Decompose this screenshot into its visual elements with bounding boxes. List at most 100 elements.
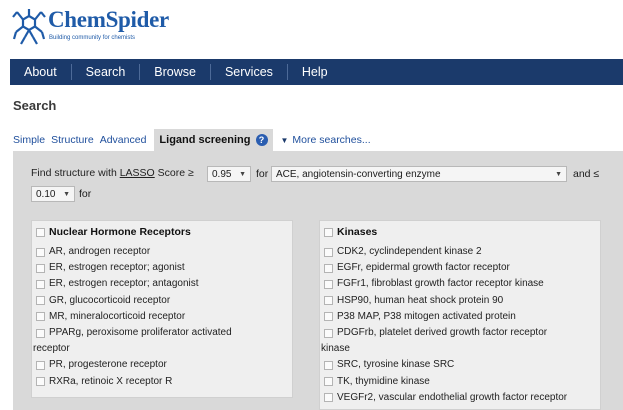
lasso-link[interactable]: LASSO [120,167,155,179]
item-checkbox[interactable] [324,377,333,387]
more-searches-dropdown[interactable]: ▼ More searches... [281,134,371,146]
group-title: Nuclear Hormone Receptors [49,226,191,238]
list-item: P38 MAP, P38 mitogen activated protein [324,309,567,325]
logo-name: ChemSpider [48,7,169,32]
item-checkbox[interactable] [324,360,333,370]
list-item: EGFr, epidermal growth factor receptor [324,260,567,276]
item-label: GR, glucocorticoid receptor [49,294,171,306]
caret-down-icon: ▼ [280,135,289,145]
item-checkbox[interactable] [36,247,45,257]
item-checkbox[interactable] [36,377,45,387]
nav-about[interactable]: About [10,59,71,85]
list-item: TK, thymidine kinase [324,374,567,390]
item-checkbox[interactable] [324,263,333,273]
and-le-label: and ≤ [573,168,600,180]
item-label: RXRa, retinoic X receptor R [49,375,173,387]
group-title-row: Nuclear Hormone Receptors [36,226,191,238]
kinase-list: CDK2, cyclindependent kinase 2 EGFr, epi… [321,244,567,406]
min-score-value: 0.95 [212,168,232,180]
item-label: PR, progesterone receptor [49,359,167,371]
item-checkbox[interactable] [324,393,333,403]
more-searches-label: More searches... [292,134,371,146]
list-item: SRC, tyrosine kinase SRC [324,357,567,373]
nav-search[interactable]: Search [72,59,140,85]
item-label-continuation: kinase [321,343,350,355]
item-label: ER, estrogen receptor; agonist [49,262,185,274]
help-icon[interactable]: ? [255,134,268,146]
nav-help[interactable]: Help [288,59,342,85]
item-checkbox[interactable] [36,360,45,370]
nav-browse[interactable]: Browse [140,59,210,85]
find-prefix: Find structure with [31,167,120,179]
tab-ligand-screening[interactable]: Ligand screening ? [154,129,273,151]
item-checkbox[interactable] [36,328,45,338]
item-label: TK, thymidine kinase [337,375,430,387]
score-label: Score ≥ [154,167,194,179]
page-title: Search [13,98,57,113]
group-checkbox[interactable] [36,227,45,237]
search-tabs: Simple Structure Advanced Ligand screeni… [13,129,371,151]
list-item: PPARg, peroxisome proliferator activated [36,325,232,341]
min-score-select[interactable]: 0.95 ▼ [207,166,251,182]
item-label: SRC, tyrosine kinase SRC [337,359,455,371]
chemspider-logo[interactable]: ChemSpider Building community for chemis… [6,4,206,48]
nav-services[interactable]: Services [211,59,287,85]
select-caret-icon: ▼ [555,170,562,178]
for-label: for [256,168,269,180]
receptor-list: AR, androgen receptor ER, estrogen recep… [33,244,232,390]
list-item: CDK2, cyclindependent kinase 2 [324,244,567,260]
list-item: ER, estrogen receptor; antagonist [36,276,232,292]
list-item: GR, glucocorticoid receptor [36,293,232,309]
target-select[interactable]: ACE, angiotensin-converting enzyme ▼ [271,166,567,182]
for-label: for [79,188,92,200]
item-label: VEGFr2, vascular endothelial growth fact… [337,391,568,403]
list-item: ER, estrogen receptor; agonist [36,260,232,276]
item-label: ER, estrogen receptor; antagonist [49,278,199,290]
item-checkbox[interactable] [36,279,45,289]
main-nav: About Search Browse Services Help [10,59,623,85]
group-checkbox[interactable] [324,227,333,237]
item-checkbox[interactable] [36,296,45,306]
logo-tagline: Building community for chemists [49,35,136,41]
ligand-screening-panel: Find structure with LASSO Score ≥ 0.95 ▼… [13,151,623,410]
item-label: PPARg, peroxisome proliferator activated [49,326,232,338]
list-item: HSP90, human heat shock protein 90 [324,293,567,309]
max-score-select[interactable]: 0.10 ▼ [31,186,75,202]
tab-ligand-screening-label: Ligand screening [159,134,251,146]
tab-advanced[interactable]: Advanced [100,134,147,146]
item-checkbox[interactable] [36,263,45,273]
item-checkbox[interactable] [324,328,333,338]
find-structure-label: Find structure with LASSO Score ≥ [31,167,194,179]
tab-structure[interactable]: Structure [51,134,94,146]
tab-simple[interactable]: Simple [13,134,45,146]
item-label: EGFr, epidermal growth factor receptor [337,262,510,274]
item-label: P38 MAP, P38 mitogen activated protein [337,310,516,322]
item-checkbox[interactable] [324,312,333,322]
item-checkbox[interactable] [36,312,45,322]
item-label: HSP90, human heat shock protein 90 [337,294,504,306]
group-title: Kinases [337,226,378,238]
select-caret-icon: ▼ [63,190,70,198]
kinases-group: Kinases CDK2, cyclindependent kinase 2 E… [319,220,601,410]
item-label: PDGFrb, platelet derived growth factor r… [337,326,548,338]
item-label: FGFr1, fibroblast growth factor receptor… [337,278,544,290]
max-score-value: 0.10 [36,188,56,200]
item-label: CDK2, cyclindependent kinase 2 [337,246,482,257]
list-item: FGFr1, fibroblast growth factor receptor… [324,276,567,292]
item-label: MR, mineralocorticoid receptor [49,310,186,322]
list-item: PR, progesterone receptor [36,357,232,373]
target-value: ACE, angiotensin-converting enzyme [276,168,441,180]
list-item: VEGFr2, vascular endothelial growth fact… [324,390,567,406]
group-title-row: Kinases [324,226,377,238]
list-item: PDGFrb, platelet derived growth factor r… [324,325,567,341]
list-item: AR, androgen receptor [36,244,232,260]
list-item: MR, mineralocorticoid receptor [36,309,232,325]
item-checkbox[interactable] [324,279,333,289]
item-label-continuation: receptor [33,343,70,355]
item-checkbox[interactable] [324,247,333,257]
spider-logo-icon [12,9,46,45]
list-item: RXRa, retinoic X receptor R [36,374,232,390]
item-label: AR, androgen receptor [49,246,151,257]
nuclear-hormone-receptors-group: Nuclear Hormone Receptors AR, androgen r… [31,220,293,398]
item-checkbox[interactable] [324,296,333,306]
